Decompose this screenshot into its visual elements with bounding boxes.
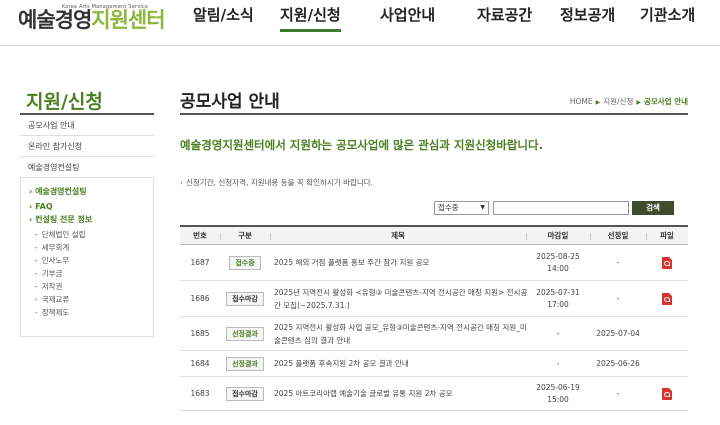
submenu-leaf-labor[interactable]: 인사노무 [35,255,70,266]
row-deadline: - [556,359,560,368]
status-badge: 접수마감 [226,386,264,401]
row-title[interactable]: 2025년 지역전시 활성화 <유형③ 미술콘텐츠-지역 전시공간 매칭 지원>… [274,281,530,316]
row-number: 1683 [190,389,210,398]
breadcrumb-current: 공모사업 안내 [643,97,688,106]
submenu-leaf-copyright[interactable]: 저작권 [35,281,63,292]
row-status: 선정결과 [220,317,270,350]
row-deadline: 2025-07-31 17:00 [526,281,590,316]
nav-about[interactable]: 기관소개 [640,4,695,25]
status-badge: 선정결과 [226,356,264,371]
row-status: 선정결과 [220,351,270,376]
row-file [646,317,688,350]
submenu-consulting-label: 예술경영컨설팅 [35,187,87,196]
site-header: Korea Arts Management Service 예술경영지원센터 알… [0,0,720,46]
row-title[interactable]: 2025 플랫폼 후속지원 2차 공모 결과 안내 [274,351,530,376]
row-number: 1685 [190,329,210,338]
column-header-file: 파일 [646,227,688,245]
table-row[interactable]: 1686 접수마감 2025년 지역전시 활성화 <유형③ 미술콘텐츠-지역 전… [180,281,688,317]
row-number: 1686 [190,294,210,303]
row-title[interactable]: 2025 지역전시 활성화 사업 공모_유형③미술콘텐츠-지역 전시공간 매칭 … [274,317,530,350]
status-badge: 선정결과 [226,326,264,341]
row-selected-date: - [616,258,620,267]
status-badge: 접수마감 [226,291,264,306]
table-row[interactable]: 1685 선정결과 2025 지역전시 활성화 사업 공모_유형③미술콘텐츠-지… [180,317,688,351]
table-row[interactable]: 1684 선정결과 2025 플랫폼 후속지원 2차 공모 결과 안내 - 20… [180,351,688,377]
notice-text: 신청기간, 신청자격, 지원내용 등을 꼭 확인하시기 바랍니다. [180,177,373,188]
pdf-file-icon[interactable] [662,256,672,269]
breadcrumb-separator-icon: ▶ [595,99,601,106]
sidebar-item-online-apply[interactable]: 온라인 참가신청 [20,136,154,157]
title-divider [180,113,688,115]
column-header-deadline: 마감일 [526,227,590,245]
breadcrumb-separator-icon: ▶ [636,99,641,106]
row-file [646,377,688,410]
submenu-leaf-tax[interactable]: 세무회계 [35,242,70,253]
row-status: 접수마감 [220,281,270,316]
submenu-faq-label: FAQ [35,202,53,211]
nav-disclosure[interactable]: 정보공개 [560,4,615,25]
deadline-time: 15:00 [547,394,569,404]
pdf-file-icon[interactable] [662,292,672,305]
row-selected-date: - [616,389,620,398]
table-row[interactable]: 1687 접수중 2025 해외 거점 플랫폼 홍보 주간 참가 지원 공모 2… [180,245,688,281]
row-selected-date: 2025-06-26 [596,359,640,368]
submenu-expert-info[interactable]: › 컨설팅 전문 정보 [29,214,92,225]
status-filter-select[interactable]: 접수중 ▼ [434,201,489,215]
status-filter-value: 접수중 [438,203,459,212]
deadline-date: 2025-06-19 [536,382,580,392]
column-header-status: 구분 [220,227,270,245]
submenu-consulting[interactable]: › 예술경영컨설팅 [29,186,87,197]
status-badge: 접수중 [229,255,261,270]
lead-message: 예술경영지원센터에서 지원하는 공모사업에 많은 관심과 지원신청바랍니다. [180,138,543,152]
sidebar-menu: 공모사업 안내 온라인 참가신청 예술경영컨설팅 › 예술경영컨설팅 › FAQ… [20,113,154,337]
submenu-leaf-donation[interactable]: 기부금 [35,268,63,279]
nav-news[interactable]: 알림/소식 [193,4,254,25]
row-title[interactable]: 2025 아트코리아랩 예술기술 글로벌 유통 지원 2차 공모 [274,377,530,410]
deadline-time: 17:00 [547,299,569,309]
search-input[interactable] [493,201,629,215]
submenu-leaf-policy[interactable]: 정책제도 [35,307,70,318]
pdf-file-icon[interactable] [662,387,672,400]
sidebar-submenu: › 예술경영컨설팅 › FAQ › 컨설팅 전문 정보 단체법인 설립 세무회계… [20,178,154,337]
row-file [646,245,688,280]
table-row[interactable]: 1683 접수마감 2025 아트코리아랩 예술기술 글로벌 유통 지원 2차 … [180,377,688,411]
nav-business[interactable]: 사업안내 [380,4,435,25]
nav-resources[interactable]: 자료공간 [477,4,532,25]
sidebar-item-consulting[interactable]: 예술경영컨설팅 [20,157,154,178]
column-header-title: 제목 [270,227,526,245]
chevron-down-icon: ▼ [480,204,485,211]
deadline-time: 14:00 [547,263,569,273]
main-navigation: 알림/소식 지원/신청 사업안내 자료공간 정보공개 기관소개 [0,2,720,46]
row-deadline: 2025-06-19 15:00 [526,377,590,410]
row-file [646,351,688,376]
sidebar-item-contest[interactable]: 공모사업 안내 [20,115,154,136]
row-number: 1687 [190,258,210,267]
row-file [646,281,688,316]
row-title[interactable]: 2025 해외 거점 플랫폼 홍보 주간 참가 지원 공모 [274,245,524,280]
row-selected-date: - [616,294,620,303]
row-deadline: - [556,329,560,338]
search-button[interactable]: 검색 [632,201,674,215]
row-status: 접수중 [220,245,270,280]
table-header: 번호 구분 제목 마감일 선정일 파일 [180,225,688,245]
submenu-expert-info-label: 컨설팅 전문 정보 [35,215,93,224]
breadcrumb-home[interactable]: HOME [570,97,593,106]
row-status: 접수마감 [220,377,270,410]
deadline-date: 2025-08-25 [536,251,580,261]
breadcrumb: HOME ▶ 지원/신청 ▶ 공모사업 안내 [570,96,688,107]
row-number: 1684 [190,359,210,368]
sidebar-title: 지원/신청 [26,91,103,113]
breadcrumb-section[interactable]: 지원/신청 [603,97,633,106]
submenu-leaf-international[interactable]: 국제교류 [35,294,70,305]
submenu-leaf-incorporation[interactable]: 단체법인 설립 [35,229,86,240]
column-header-number: 번호 [193,231,207,240]
contest-table: 번호 구분 제목 마감일 선정일 파일 1687 접수중 2025 해외 거점 … [180,225,688,411]
page-title: 공모사업 안내 [180,92,280,112]
deadline-date: 2025-07-31 [536,287,580,297]
column-header-selected: 선정일 [590,227,646,245]
nav-apply[interactable]: 지원/신청 [280,4,341,32]
row-selected-date: 2025-07-04 [596,329,640,338]
row-deadline: 2025-08-25 14:00 [526,245,590,280]
submenu-faq[interactable]: › FAQ [29,202,53,211]
